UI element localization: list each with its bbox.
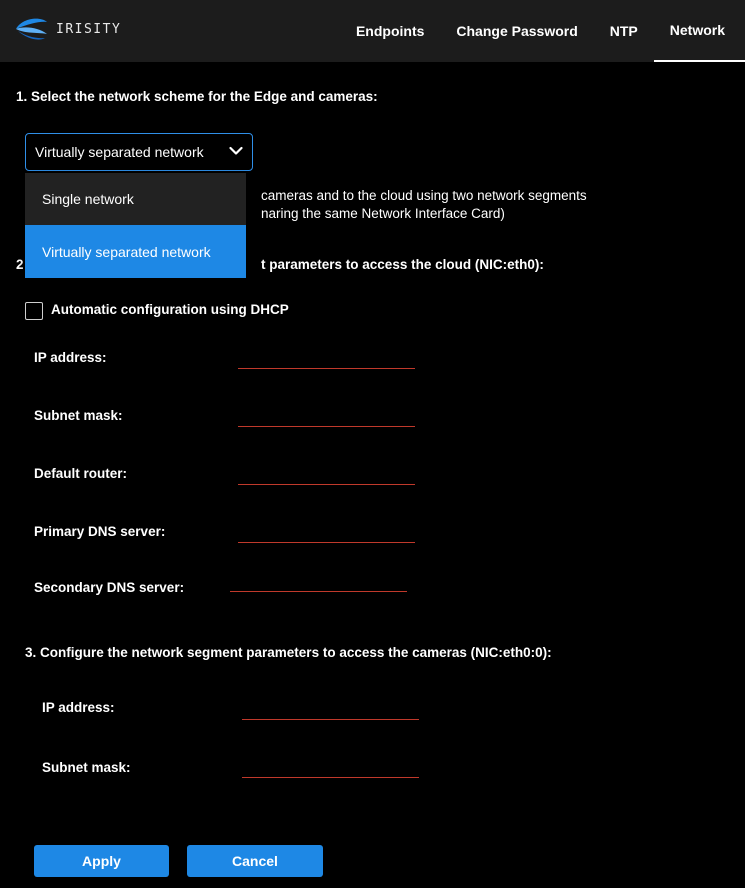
scheme-description-line2: naring the same Network Interface Card)	[261, 206, 505, 221]
apply-button[interactable]: Apply	[34, 845, 169, 877]
cloud-ip-address-label: IP address:	[34, 350, 107, 365]
cameras-ip-address-label: IP address:	[42, 700, 115, 715]
nav-ntp[interactable]: NTP	[594, 0, 654, 62]
cameras-ip-address-input[interactable]	[242, 719, 419, 720]
dhcp-label[interactable]: Automatic configuration using DHCP	[51, 302, 289, 317]
network-scheme-dropdown: Single network Virtually separated netwo…	[25, 173, 246, 278]
step1-heading: 1. Select the network scheme for the Edg…	[16, 89, 378, 104]
network-scheme-selected-value: Virtually separated network	[35, 144, 204, 160]
chevron-down-icon	[229, 146, 243, 155]
step2-heading-prefix: 2	[16, 257, 24, 272]
top-bar: IRISITY Endpoints Change Password NTP Ne…	[0, 0, 745, 62]
cameras-subnet-mask-input[interactable]	[242, 777, 419, 778]
irisity-logo-icon	[16, 18, 47, 40]
option-virtually-separated-network[interactable]: Virtually separated network	[25, 225, 246, 278]
primary-dns-input[interactable]	[238, 542, 415, 543]
brand-logo[interactable]: IRISITY	[14, 12, 121, 46]
default-router-input[interactable]	[238, 484, 415, 485]
primary-dns-label: Primary DNS server:	[34, 524, 166, 539]
default-router-label: Default router:	[34, 466, 128, 481]
nav-network[interactable]: Network	[653, 0, 745, 62]
option-single-network[interactable]: Single network	[25, 173, 246, 225]
step2-heading: t parameters to access the cloud (NIC:et…	[261, 257, 544, 272]
cancel-button[interactable]: Cancel	[187, 845, 323, 877]
nav-change-password[interactable]: Change Password	[440, 0, 593, 62]
network-scheme-select[interactable]: Virtually separated network	[25, 133, 253, 171]
secondary-dns-label: Secondary DNS server:	[34, 580, 185, 595]
top-nav: Endpoints Change Password NTP Network	[340, 0, 745, 62]
secondary-dns-input[interactable]	[230, 591, 407, 592]
step3-heading: 3. Configure the network segment paramet…	[25, 645, 552, 660]
cloud-ip-address-input[interactable]	[238, 368, 415, 369]
cloud-subnet-mask-label: Subnet mask:	[34, 408, 123, 423]
cameras-subnet-mask-label: Subnet mask:	[42, 760, 131, 775]
dhcp-checkbox[interactable]	[25, 302, 43, 320]
scheme-description-line1: cameras and to the cloud using two netwo…	[261, 188, 587, 203]
nav-endpoints[interactable]: Endpoints	[340, 0, 440, 62]
cloud-subnet-mask-input[interactable]	[238, 426, 415, 427]
brand-name: IRISITY	[56, 21, 122, 37]
